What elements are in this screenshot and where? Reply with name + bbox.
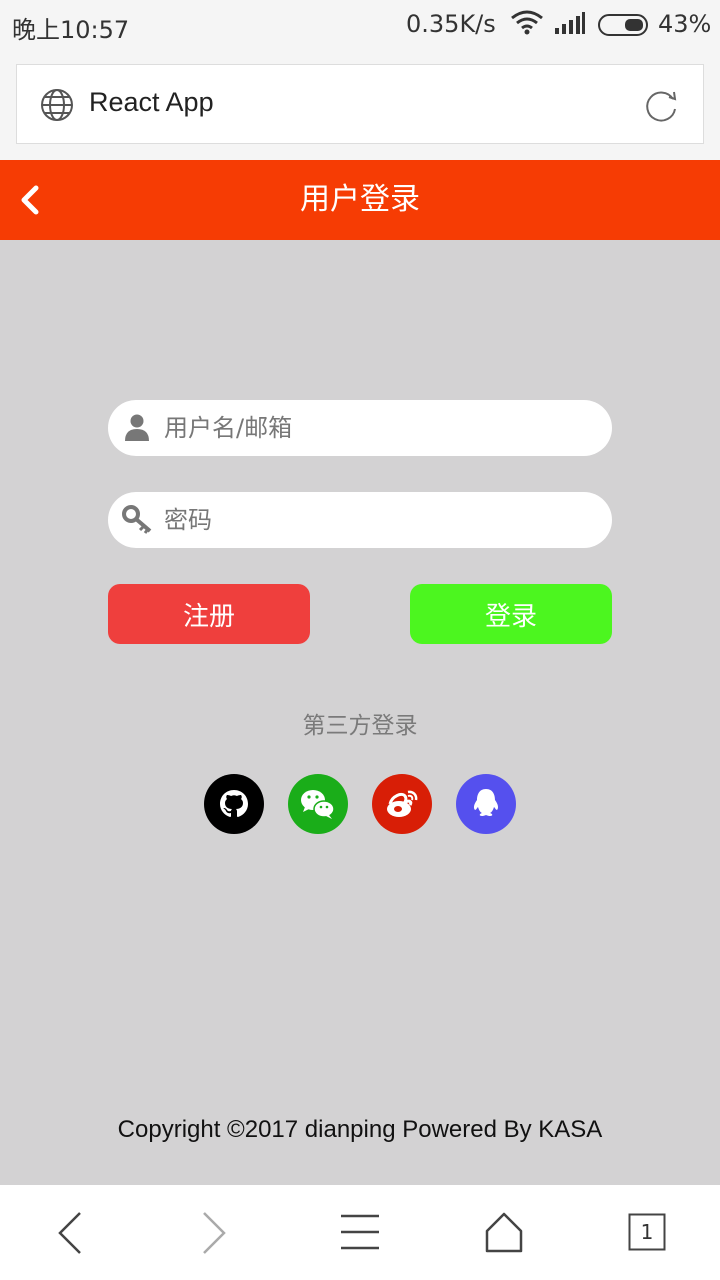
weibo-icon (387, 790, 418, 817)
copyright-footer: Copyright ©2017 dianping Powered By KASA (117, 1116, 603, 1143)
nav-forward-icon[interactable] (196, 1211, 232, 1259)
register-button[interactable]: 注册 (108, 584, 310, 644)
app-header: 用户登录 (0, 160, 720, 240)
key-icon (122, 504, 154, 538)
third-party-label: 第三方登录 (302, 713, 418, 739)
wechat-icon (301, 790, 335, 819)
username-input[interactable] (164, 408, 594, 448)
wifi-icon (510, 10, 544, 42)
header-title: 用户登录 (300, 182, 420, 217)
password-field[interactable] (108, 492, 612, 548)
globe-icon (39, 87, 75, 127)
menu-icon[interactable] (340, 1211, 380, 1259)
battery-icon (598, 14, 652, 42)
nav-back-icon[interactable] (52, 1211, 88, 1259)
status-bar: 晚上10:57 0.35K/s 43% (0, 0, 720, 50)
github-icon (220, 790, 248, 817)
tabs-button[interactable]: 1 (628, 1213, 666, 1255)
address-bar[interactable]: React App (16, 64, 704, 144)
weibo-login-button[interactable] (372, 774, 432, 834)
signal-icon (554, 12, 586, 40)
github-login-button[interactable] (204, 774, 264, 834)
wechat-login-button[interactable] (288, 774, 348, 834)
reload-icon[interactable] (643, 87, 681, 129)
user-icon (122, 412, 152, 446)
browser-toolbar: React App (0, 50, 720, 160)
page-title: React App (89, 87, 214, 117)
battery-percent: 43% (658, 10, 712, 38)
login-button[interactable]: 登录 (410, 584, 612, 644)
browser-nav-bar: 1 (0, 1185, 720, 1280)
status-time: 晚上10:57 (12, 16, 130, 44)
password-input[interactable] (164, 500, 594, 540)
username-field[interactable] (108, 400, 612, 456)
login-panel: 注册 登录 第三方登录 Copyright (0, 240, 720, 1185)
home-icon[interactable] (484, 1211, 524, 1259)
tab-count: 1 (640, 1220, 654, 1244)
qq-login-button[interactable] (456, 774, 516, 834)
network-speed: 0.35K/s (406, 10, 496, 38)
qq-icon (473, 789, 499, 816)
